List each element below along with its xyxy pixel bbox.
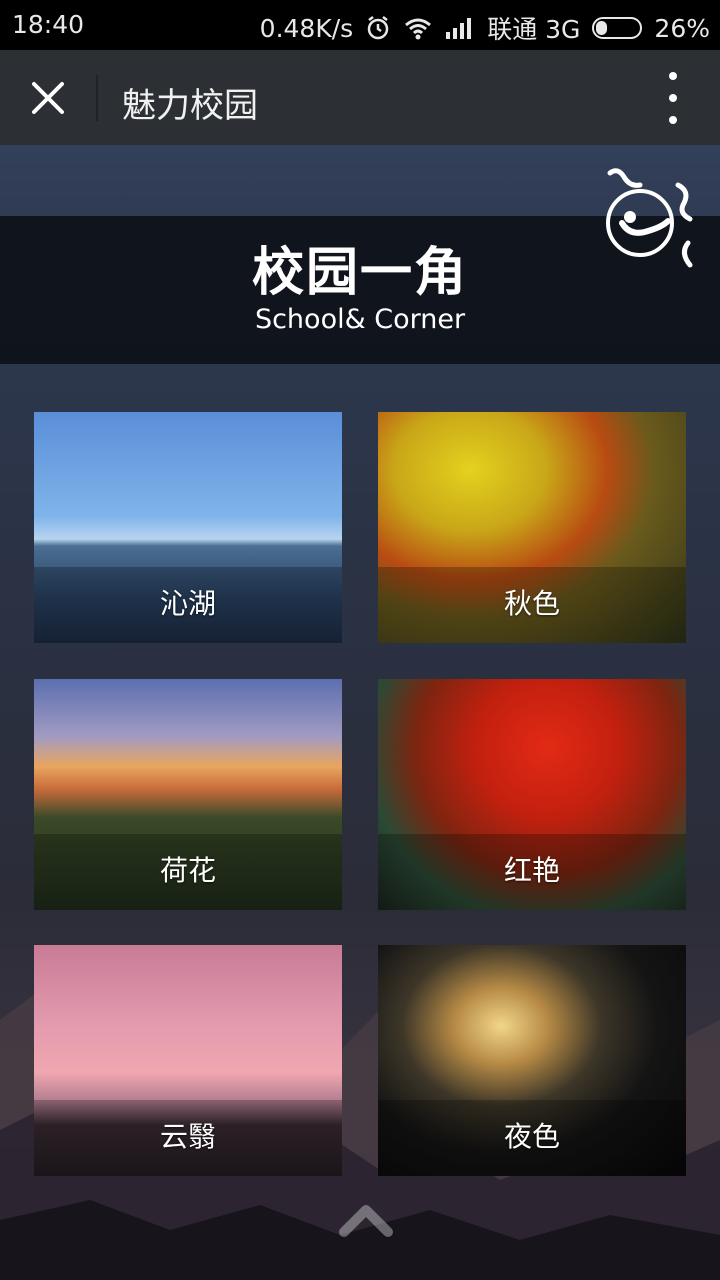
tile-label: 云翳 — [159, 1120, 216, 1153]
chevron-up-icon — [339, 1205, 393, 1237]
gallery-tile[interactable]: 夜色 — [378, 945, 686, 1176]
status-time: 18:40 — [12, 10, 85, 39]
close-icon — [32, 82, 64, 114]
gallery-tile[interactable]: 云翳 — [34, 945, 342, 1176]
battery-icon — [592, 17, 643, 39]
tile-label: 红艳 — [503, 854, 560, 887]
more-dot — [669, 94, 677, 102]
more-vertical-icon — [669, 72, 677, 80]
scroll-up-button[interactable] — [338, 1200, 394, 1240]
alarm-icon — [367, 16, 389, 40]
section-subtitle: School& Corner — [254, 304, 466, 335]
close-button[interactable] — [18, 68, 78, 128]
signal-icon — [446, 18, 472, 39]
app-bar: 魅力校园 — [0, 50, 720, 145]
tile-label: 荷花 — [159, 854, 216, 887]
status-right-group: 0.48K/s 联通 3G 26% — [260, 10, 710, 46]
tile-label: 沁湖 — [159, 587, 216, 620]
gallery-tile[interactable]: 秋色 — [378, 412, 686, 643]
more-menu-button[interactable] — [660, 72, 686, 124]
wifi-icon — [405, 18, 432, 40]
music-toggle-button[interactable] — [600, 165, 700, 275]
carrier-label: 联通 3G — [487, 15, 581, 44]
tile-label: 夜色 — [503, 1120, 560, 1153]
music-icon — [606, 168, 693, 268]
gallery-tile[interactable]: 荷花 — [34, 679, 342, 910]
gallery-tile[interactable]: 沁湖 — [34, 412, 342, 643]
page-title: 魅力校园 — [122, 86, 258, 126]
battery-level — [596, 21, 608, 35]
app-bar-divider — [96, 75, 98, 121]
more-dot — [669, 116, 677, 124]
network-speed: 0.48K/s — [259, 13, 354, 43]
screen: 18:40 0.48K/s 联通 3G 26% 魅力校园 校园一角 School… — [0, 0, 720, 1280]
gallery-tile[interactable]: 红艳 — [378, 679, 686, 910]
status-bar: 18:40 0.48K/s 联通 3G 26% — [0, 0, 720, 50]
battery-percent: 26% — [654, 13, 710, 43]
tile-label: 秋色 — [503, 587, 560, 620]
